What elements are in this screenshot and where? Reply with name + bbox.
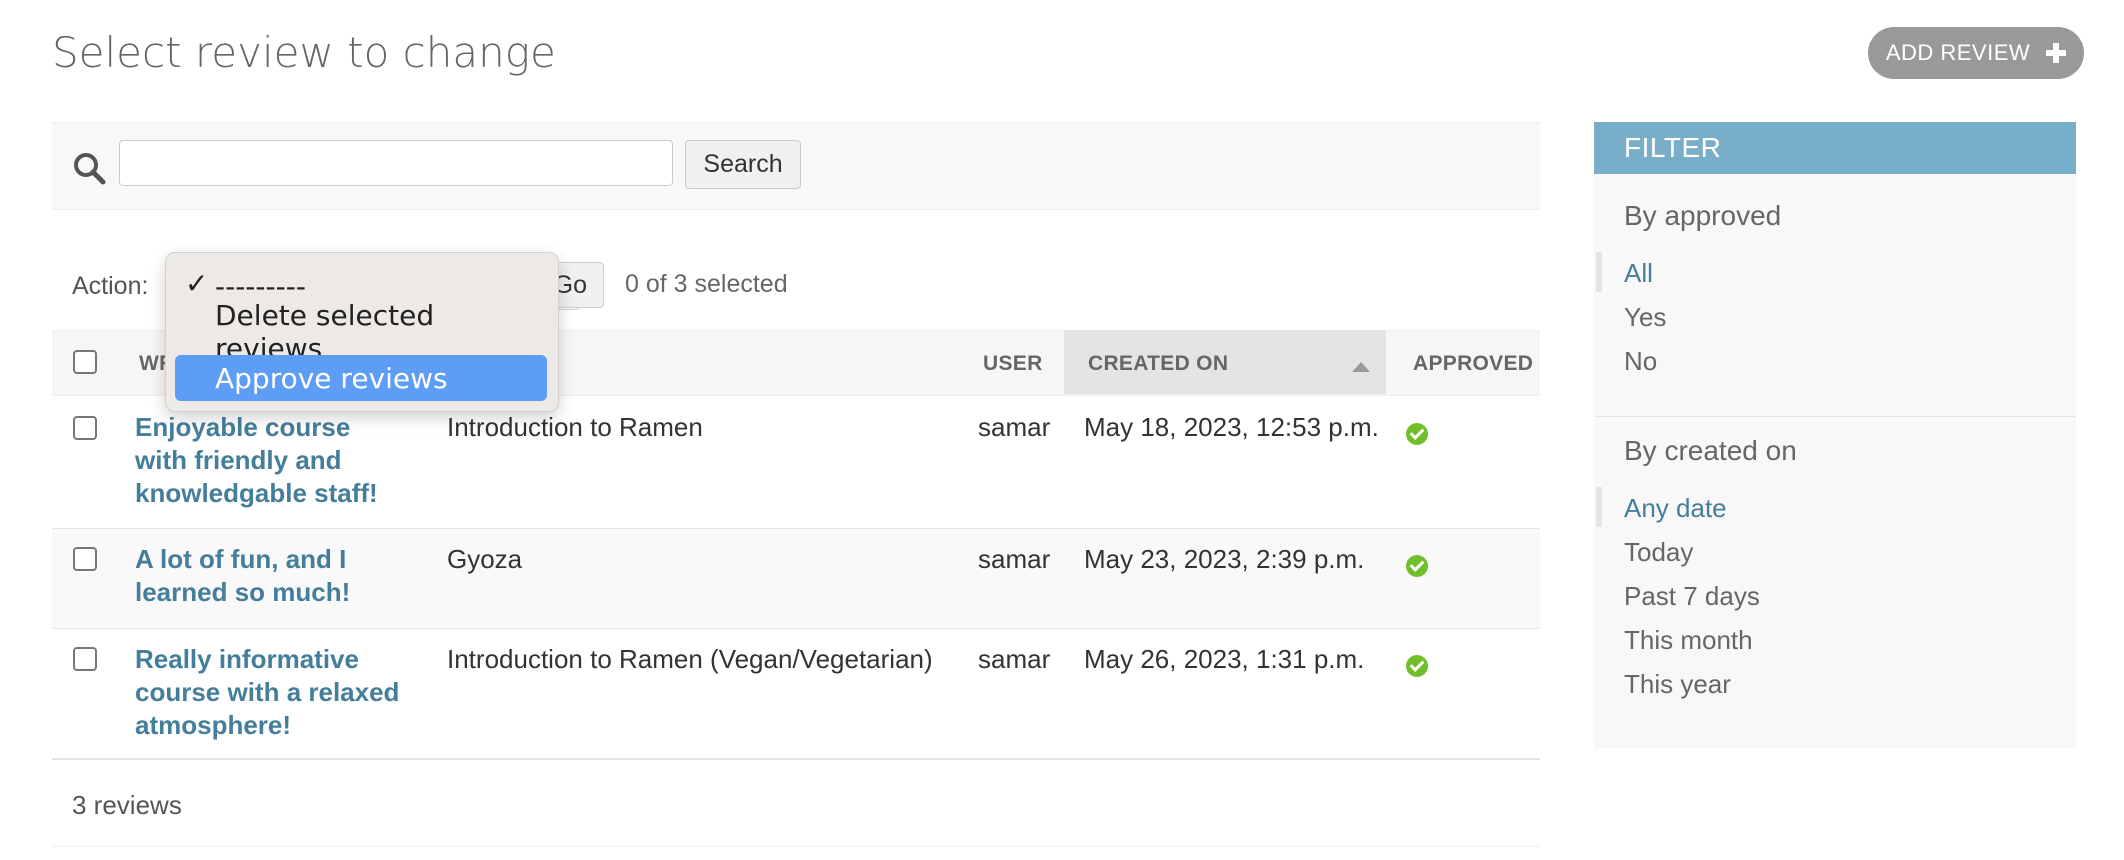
filter-item-past-7-days[interactable]: Past 7 days bbox=[1624, 581, 1760, 612]
table-row: A lot of fun, and I learned so much! Gyo… bbox=[52, 529, 1540, 629]
user-cell: samar bbox=[978, 544, 1051, 574]
column-header-approved[interactable]: APPROVED bbox=[1413, 352, 1533, 376]
action-dropdown-menu: ✓ --------- Delete selected reviews Appr… bbox=[165, 252, 559, 412]
plus-icon bbox=[2046, 43, 2067, 63]
table-bottom-border bbox=[52, 758, 1540, 760]
table-row: Really informative course with a relaxed… bbox=[52, 629, 1540, 757]
filter-item-yes[interactable]: Yes bbox=[1624, 302, 1666, 333]
active-filter-indicator bbox=[1596, 487, 1602, 527]
add-review-button[interactable]: ADD REVIEW bbox=[1868, 27, 2084, 79]
table-row: Enjoyable course with friendly and knowl… bbox=[52, 396, 1540, 529]
course-cell: Gyoza bbox=[447, 544, 523, 574]
row-checkbox[interactable] bbox=[73, 647, 97, 671]
review-link[interactable]: A lot of fun, and I learned so much! bbox=[135, 543, 405, 609]
sort-ascending-icon[interactable] bbox=[1352, 362, 1370, 372]
column-header-created-on[interactable]: CREATED ON bbox=[1088, 352, 1228, 376]
filter-item-today[interactable]: Today bbox=[1624, 537, 1693, 568]
review-link[interactable]: Really informative course with a relaxed… bbox=[135, 643, 405, 742]
filter-item-all[interactable]: All bbox=[1624, 258, 1653, 289]
check-circle-icon bbox=[1406, 655, 1428, 677]
user-cell: samar bbox=[978, 644, 1051, 674]
filter-item-this-year[interactable]: This year bbox=[1624, 669, 1731, 700]
dropdown-option-label: Approve reviews bbox=[215, 361, 448, 395]
dropdown-option-label: --------- bbox=[215, 269, 306, 303]
search-toolbar: Search bbox=[52, 122, 1540, 210]
column-header-user[interactable]: USER bbox=[983, 352, 1043, 376]
course-cell: Introduction to Ramen bbox=[447, 412, 703, 442]
filter-section-title: By created on bbox=[1624, 435, 1797, 466]
created-on-cell: May 26, 2023, 1:31 p.m. bbox=[1084, 644, 1365, 674]
created-on-cell: May 18, 2023, 12:53 p.m. bbox=[1084, 412, 1379, 442]
search-icon bbox=[74, 153, 106, 185]
result-count: 3 reviews bbox=[72, 790, 182, 820]
selected-count: 0 of 3 selected bbox=[625, 270, 788, 298]
divider bbox=[52, 846, 1540, 847]
row-checkbox[interactable] bbox=[73, 416, 97, 440]
select-all-checkbox[interactable] bbox=[73, 350, 97, 374]
user-cell: samar bbox=[978, 412, 1051, 442]
check-circle-icon bbox=[1406, 555, 1428, 577]
action-label: Action: bbox=[72, 272, 149, 300]
row-checkbox[interactable] bbox=[73, 547, 97, 571]
check-circle-icon bbox=[1406, 423, 1428, 445]
filter-section-title: By approved bbox=[1624, 200, 1782, 231]
filter-item-no[interactable]: No bbox=[1624, 346, 1657, 377]
dropdown-option-approve[interactable]: Approve reviews bbox=[175, 355, 547, 401]
filter-sidebar: FILTER By approved All Yes No By created… bbox=[1594, 122, 2076, 748]
search-button[interactable]: Search bbox=[685, 140, 801, 189]
filter-header: FILTER bbox=[1594, 122, 2076, 174]
page-title: Select review to change bbox=[52, 28, 556, 77]
filter-item-any-date[interactable]: Any date bbox=[1624, 493, 1727, 524]
search-input[interactable] bbox=[119, 140, 673, 186]
dropdown-option-delete[interactable]: Delete selected reviews bbox=[175, 299, 547, 365]
checkmark-icon: ✓ bbox=[185, 267, 209, 300]
review-link[interactable]: Enjoyable course with friendly and knowl… bbox=[135, 411, 405, 510]
filter-divider bbox=[1594, 416, 2076, 417]
course-cell: Introduction to Ramen (Vegan/Vegetarian) bbox=[447, 644, 933, 674]
active-filter-indicator bbox=[1596, 252, 1602, 292]
add-review-label: ADD REVIEW bbox=[1885, 40, 2031, 65]
created-on-cell: May 23, 2023, 2:39 p.m. bbox=[1084, 544, 1365, 574]
filter-item-this-month[interactable]: This month bbox=[1624, 625, 1753, 656]
